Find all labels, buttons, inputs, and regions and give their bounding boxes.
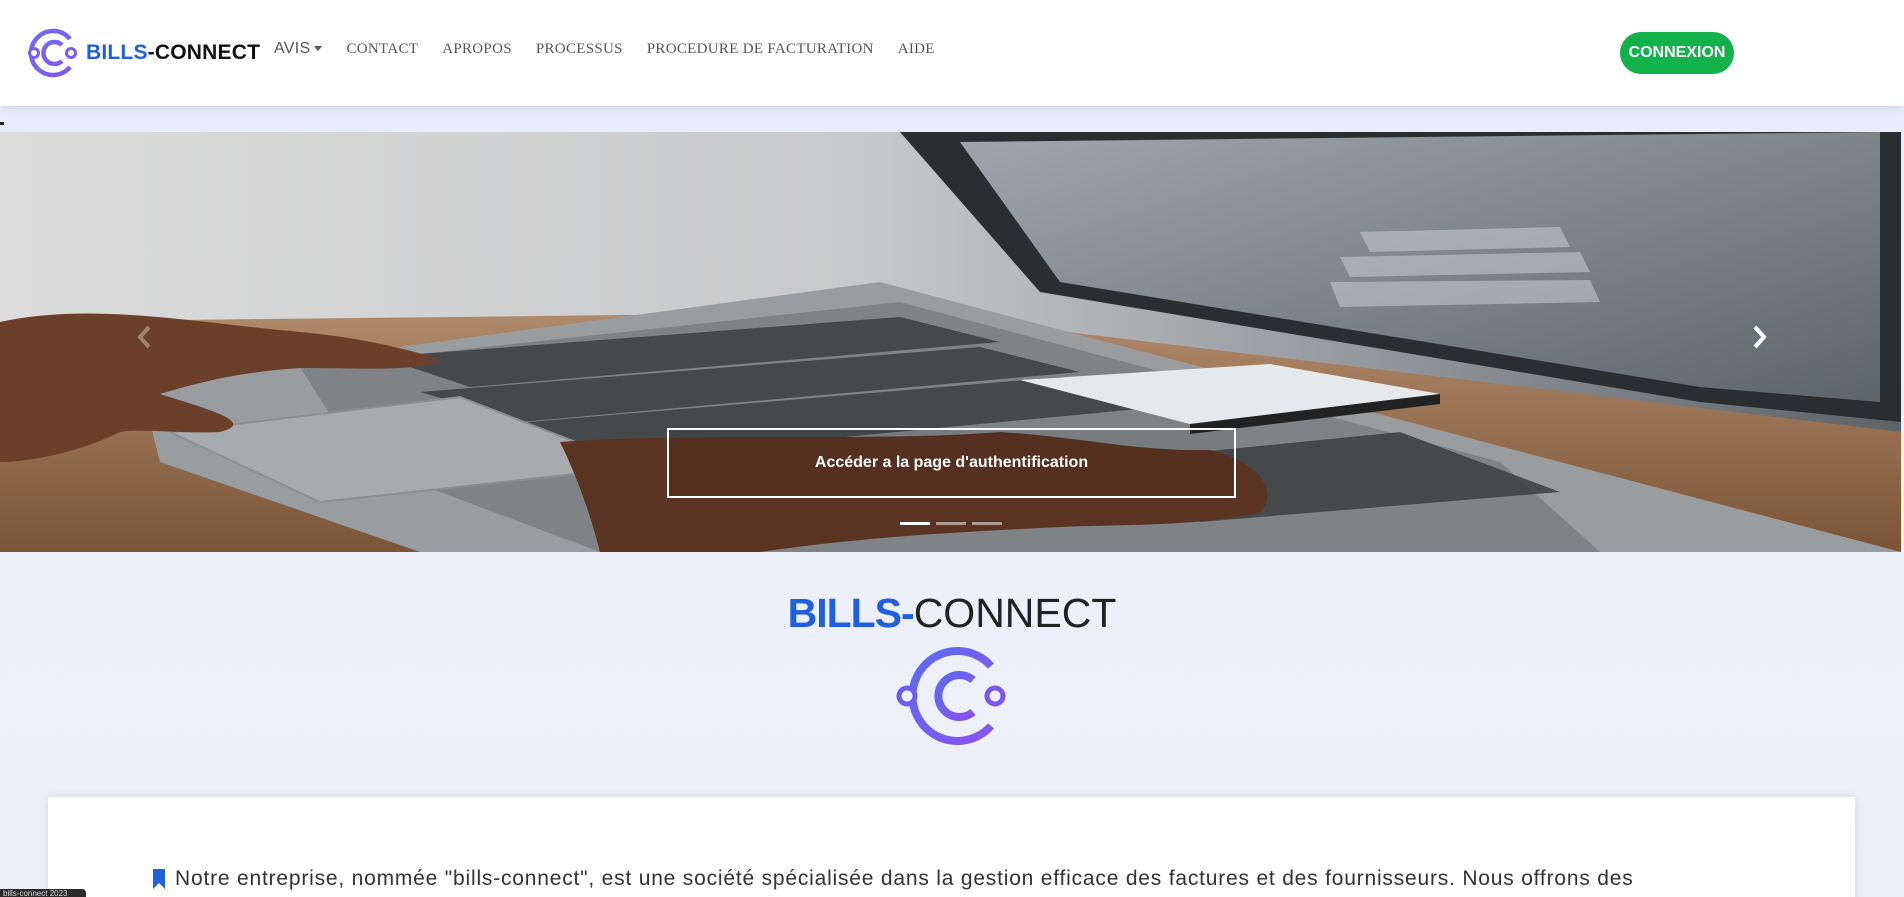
corner-tag: bills-connect 2023 [0, 889, 86, 897]
hero-carousel: Accéder a la page d'authentification [0, 132, 1901, 552]
carousel-indicator-2[interactable] [936, 522, 966, 525]
nav-item-procedure-facturation[interactable]: PROCEDURE DE FACTURATION [647, 41, 874, 58]
bills-connect-logo-icon [28, 28, 77, 78]
bills-connect-logo-large-icon [896, 647, 1006, 745]
about-text: Notre entreprise, nommée "bills-connect"… [175, 867, 1634, 890]
nav-links: AVIS CONTACT APROPOS PROCESSUS PROCEDURE… [274, 40, 959, 58]
top-navbar: BILLS-CONNECT AVIS CONTACT APROPOS PROCE… [0, 0, 1904, 106]
bookmark-icon [153, 869, 165, 889]
nav-item-processus[interactable]: PROCESSUS [536, 41, 623, 58]
carousel-next-button[interactable] [1740, 317, 1780, 357]
nav-item-apropos[interactable]: APROPOS [442, 41, 512, 58]
section-title: BILLS-CONNECT [0, 590, 1904, 637]
chevron-down-icon [314, 46, 323, 52]
about-paragraph: Notre entreprise, nommée "bills-connect"… [152, 867, 1812, 891]
brand-name-part1: BILLS [86, 41, 148, 64]
chevron-right-icon [1753, 325, 1767, 349]
brand-name: BILLS-CONNECT [86, 41, 260, 65]
nav-item-avis-label: AVIS [274, 40, 311, 57]
nav-item-contact[interactable]: CONTACT [346, 41, 418, 58]
nav-item-aide[interactable]: AIDE [898, 41, 935, 58]
carousel-indicator-3[interactable] [972, 522, 1002, 525]
carousel-indicator-1[interactable] [900, 522, 930, 525]
about-card: Notre entreprise, nommée "bills-connect"… [48, 797, 1855, 897]
auth-page-button[interactable]: Accéder a la page d'authentification [667, 428, 1236, 498]
stray-mark [0, 122, 4, 125]
nav-item-avis[interactable]: AVIS [274, 40, 323, 58]
carousel-prev-button[interactable] [124, 317, 164, 357]
login-button[interactable]: CONNEXION [1620, 32, 1734, 74]
carousel-indicators [900, 522, 1008, 525]
chevron-left-icon [137, 325, 151, 349]
section-title-part2: CONNECT [913, 590, 1117, 636]
brand-link[interactable]: BILLS-CONNECT [24, 27, 260, 79]
section-title-part1: BILLS- [787, 590, 915, 636]
brand-name-part2: -CONNECT [147, 41, 261, 64]
